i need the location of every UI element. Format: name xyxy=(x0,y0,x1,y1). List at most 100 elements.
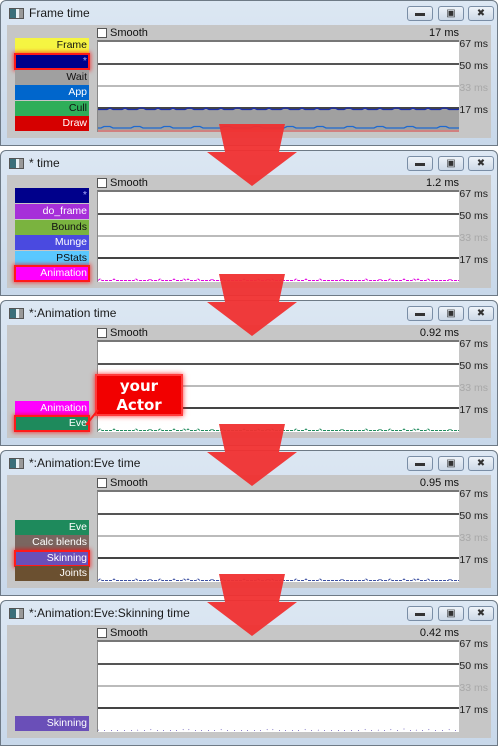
close-button[interactable]: ✖ xyxy=(468,156,494,171)
maximize-button[interactable]: ▣ xyxy=(438,156,464,171)
trace-plot xyxy=(98,107,459,132)
axis-tick-label: 67 ms xyxy=(459,338,488,350)
close-button[interactable]: ✖ xyxy=(468,456,494,471)
collector-label[interactable]: Skinning xyxy=(14,549,90,567)
close-icon: ✖ xyxy=(476,158,486,169)
axis-tick-label: 50 ms xyxy=(459,660,488,672)
close-button[interactable]: ✖ xyxy=(468,6,494,21)
axis-tick-label: 17 ms xyxy=(459,704,488,716)
axis-tick-label: 17 ms xyxy=(459,254,488,266)
collector-label[interactable]: do_frame xyxy=(15,204,89,220)
checkbox-box[interactable] xyxy=(97,628,107,638)
trace-plot xyxy=(98,578,459,582)
axis-tick-label: 67 ms xyxy=(459,188,488,200)
minimize-button[interactable]: ▬ xyxy=(407,156,433,171)
minimize-button[interactable]: ▬ xyxy=(407,6,433,21)
checkbox-box[interactable] xyxy=(97,28,107,38)
down-arrow-icon xyxy=(207,574,297,636)
collector-label[interactable]: Bounds xyxy=(15,219,89,235)
axis-tick-label: 67 ms xyxy=(459,38,488,50)
label-list: * do_frame Bounds Munge PStats Animation xyxy=(14,188,90,283)
maximize-button[interactable]: ▣ xyxy=(438,306,464,321)
app-icon xyxy=(9,8,24,19)
axis-tick-label: 33 ms xyxy=(459,382,488,394)
strip-chart[interactable] xyxy=(97,40,459,132)
window-title: *:Animation:Eve time xyxy=(29,456,141,470)
collector-label[interactable]: Eve xyxy=(14,415,90,433)
app-icon xyxy=(9,458,24,469)
strip-chart[interactable] xyxy=(97,190,459,282)
strip-chart[interactable] xyxy=(97,490,459,582)
window-title: Frame time xyxy=(29,6,90,20)
axis-tick-label: 33 ms xyxy=(459,682,488,694)
collector-label[interactable]: Draw xyxy=(15,116,89,132)
scale-value: 0.95 ms xyxy=(419,477,459,489)
label-list: Eve Calc blends Skinning Joints xyxy=(14,519,90,582)
minimize-button[interactable]: ▬ xyxy=(407,306,433,321)
window-title: *:Animation time xyxy=(29,306,117,320)
smooth-checkbox[interactable]: Smooth xyxy=(97,27,148,39)
collector-label[interactable]: * xyxy=(15,188,89,204)
minimize-icon: ▬ xyxy=(415,608,425,619)
minimize-icon: ▬ xyxy=(415,158,425,169)
smooth-label: Smooth xyxy=(110,177,148,189)
trace-plot xyxy=(98,278,459,282)
graph-panel: Frame * Wait App Cull Draw Smooth 17 ms 67 ms… xyxy=(7,25,491,138)
maximize-button[interactable]: ▣ xyxy=(438,6,464,21)
down-arrow-icon xyxy=(207,424,297,486)
scale-value: 1.2 ms xyxy=(425,177,459,189)
maximize-icon: ▣ xyxy=(446,458,456,469)
title-bar[interactable]: Frame time ▬ ▣ ✖ xyxy=(1,1,497,25)
collector-label[interactable]: Calc blends xyxy=(15,535,89,551)
smooth-checkbox[interactable]: Smooth xyxy=(97,177,148,189)
collector-label[interactable]: Animation xyxy=(14,265,90,283)
collector-label[interactable]: Wait xyxy=(15,69,89,85)
axis-tick-label: 17 ms xyxy=(459,404,488,416)
graph-panel: * do_frame Bounds Munge PStats Animation Smoo… xyxy=(7,175,491,288)
axis-tick-label: 33 ms xyxy=(459,82,488,94)
close-icon: ✖ xyxy=(476,608,486,619)
callout-pointer xyxy=(85,409,99,426)
axis-tick-label: 67 ms xyxy=(459,488,488,500)
collector-label[interactable]: Frame xyxy=(15,38,89,54)
axis-tick-label: 17 ms xyxy=(459,554,488,566)
collector-label[interactable]: PStats xyxy=(15,250,89,266)
collector-label[interactable]: Skinning xyxy=(15,716,89,732)
axis-tick-label: 17 ms xyxy=(459,104,488,116)
label-list: Frame * Wait App Cull Draw xyxy=(14,38,90,132)
maximize-button[interactable]: ▣ xyxy=(438,456,464,471)
strip-chart[interactable] xyxy=(97,640,459,732)
collector-label[interactable]: * xyxy=(14,53,90,71)
smooth-checkbox[interactable]: Smooth xyxy=(97,477,148,489)
minimize-button[interactable]: ▬ xyxy=(407,606,433,621)
close-button[interactable]: ✖ xyxy=(468,606,494,621)
minimize-button[interactable]: ▬ xyxy=(407,456,433,471)
scale-value: 17 ms xyxy=(429,27,459,39)
smooth-checkbox[interactable]: Smooth xyxy=(97,327,148,339)
collector-label[interactable]: Cull xyxy=(15,100,89,116)
collector-label[interactable]: App xyxy=(15,85,89,101)
maximize-icon: ▣ xyxy=(446,8,456,19)
maximize-button[interactable]: ▣ xyxy=(438,606,464,621)
smooth-label: Smooth xyxy=(110,477,148,489)
checkbox-box[interactable] xyxy=(97,478,107,488)
collector-label[interactable]: Animation xyxy=(15,400,89,416)
down-arrow-icon xyxy=(207,274,297,336)
collector-label[interactable]: Joints xyxy=(15,566,89,582)
maximize-icon: ▣ xyxy=(446,158,456,169)
trace-line xyxy=(98,728,459,732)
checkbox-box[interactable] xyxy=(97,178,107,188)
axis-tick-label: 50 ms xyxy=(459,60,488,72)
checkbox-box[interactable] xyxy=(97,328,107,338)
graph-panel: Skinning Smooth 0.42 ms 67 ms 50 ms 33 ms 1… xyxy=(7,625,491,738)
graph-panel: Eve Calc blends Skinning Joints Smooth 0.95… xyxy=(7,475,491,588)
maximize-icon: ▣ xyxy=(446,308,456,319)
collector-label[interactable]: Eve xyxy=(15,519,89,535)
smooth-checkbox[interactable]: Smooth xyxy=(97,627,148,639)
window-title: *:Animation:Eve:Skinning time xyxy=(29,606,190,620)
close-button[interactable]: ✖ xyxy=(468,306,494,321)
trace-plot xyxy=(98,728,459,732)
axis-tick-label: 50 ms xyxy=(459,510,488,522)
label-list: Skinning xyxy=(15,716,89,732)
collector-label[interactable]: Munge xyxy=(15,235,89,251)
